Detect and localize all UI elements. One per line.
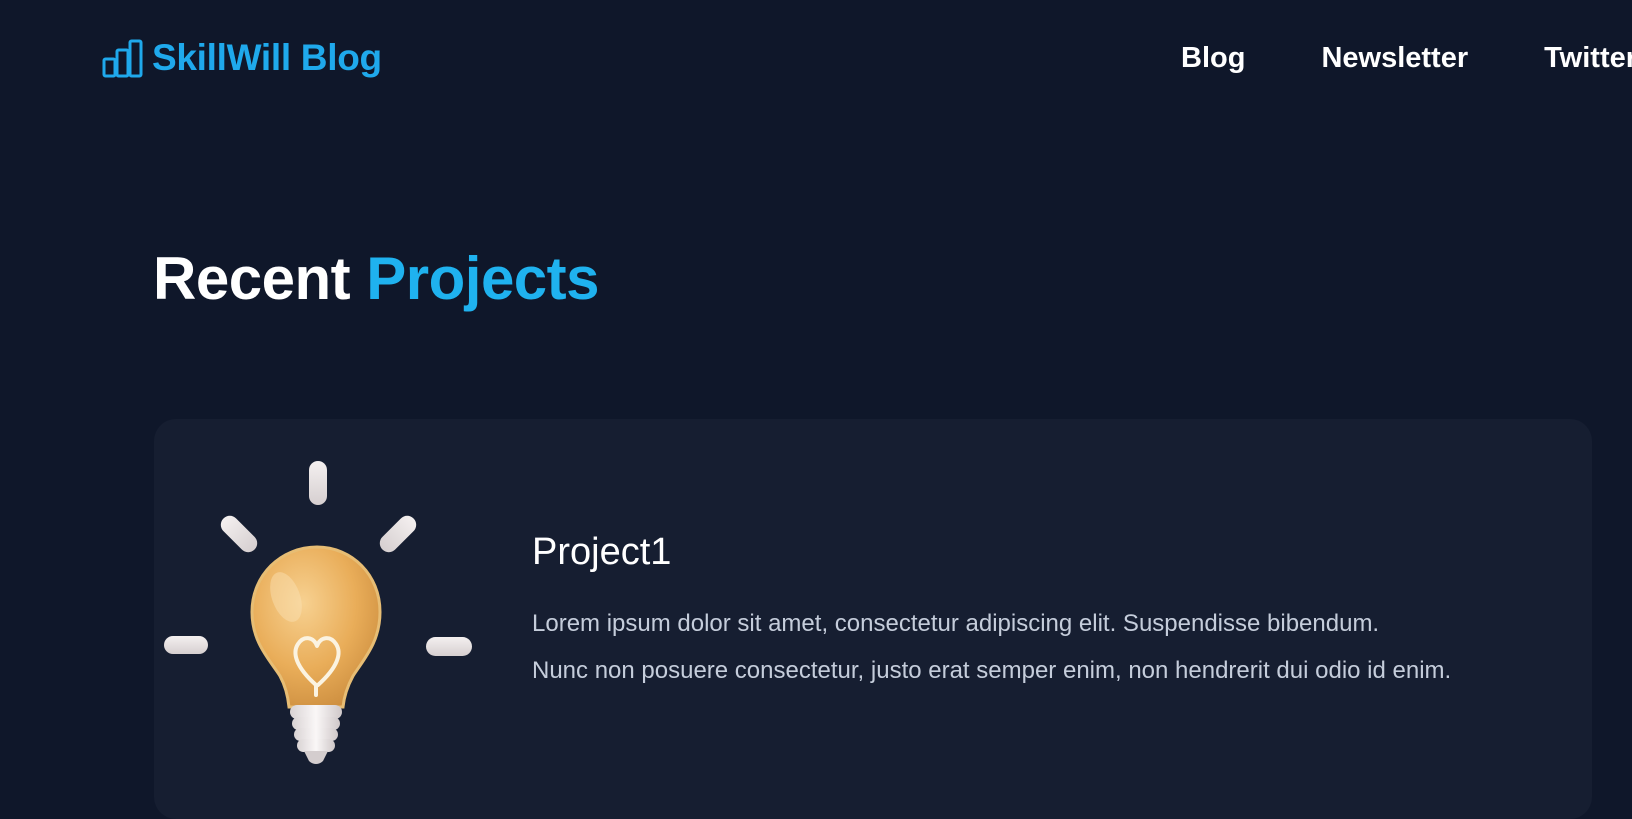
logo-text: SkillWill Blog <box>152 37 382 78</box>
project-description-line-2: Nunc non posuere consectetur, justo erat… <box>532 657 1452 684</box>
bar-chart-icon <box>102 39 143 78</box>
project-description: Lorem ipsum dolor sit amet, consectetur … <box>532 600 1451 694</box>
main-nav: Blog Newsletter Twitter <box>1181 38 1632 78</box>
section-title: Recent Projects <box>153 244 600 314</box>
nav-link-blog[interactable]: Blog <box>1181 38 1245 78</box>
nav-link-twitter[interactable]: Twitter <box>1544 38 1632 78</box>
project-title: Project1 <box>532 531 672 573</box>
project-card[interactable]: Project1 Lorem ipsum dolor sit amet, con… <box>154 419 1592 819</box>
lightbulb-icon <box>164 461 472 764</box>
site-logo[interactable]: SkillWill Blog <box>102 36 382 80</box>
nav-link-newsletter[interactable]: Newsletter <box>1321 38 1468 78</box>
project-description-line-1: Lorem ipsum dolor sit amet, consectetur … <box>532 610 1380 637</box>
site-header: SkillWill Blog Blog Newsletter Twitter <box>0 0 1632 120</box>
section-title-accent: Projects <box>366 245 600 312</box>
section-title-prefix: Recent <box>153 245 351 312</box>
